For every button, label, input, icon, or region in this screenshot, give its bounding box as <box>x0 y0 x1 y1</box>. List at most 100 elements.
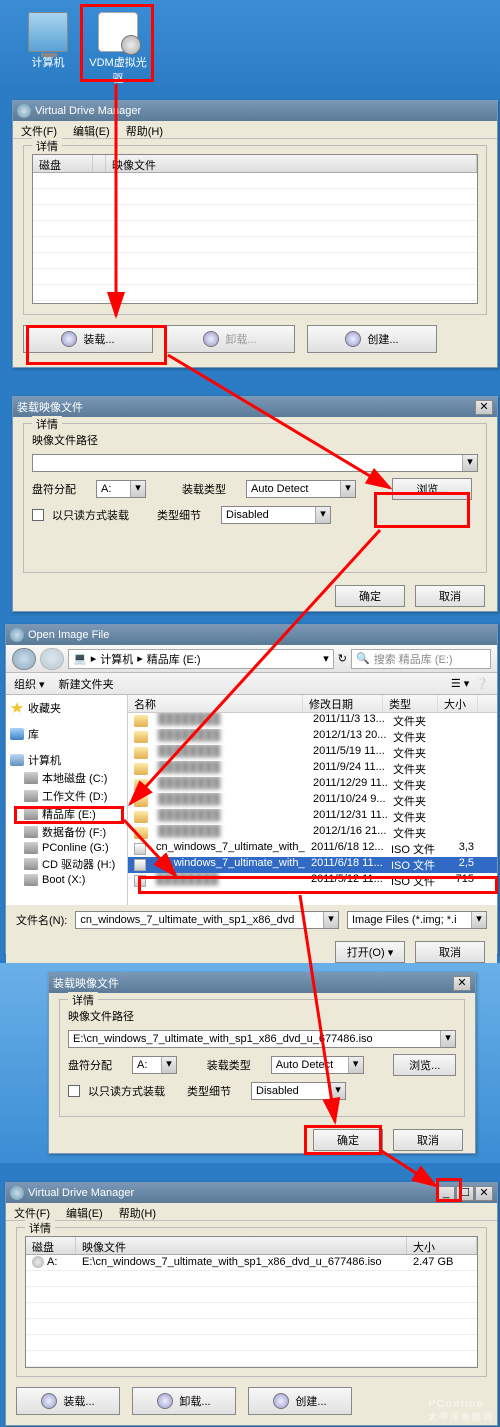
chevron-down-icon[interactable]: ▾ <box>340 481 355 497</box>
type-combo[interactable]: Auto Detect▾ <box>271 1056 364 1074</box>
list-item[interactable]: ████████2011/5/19 11...文件夹 <box>128 745 497 761</box>
drive-table[interactable]: 磁盘 映像文件 大小 A: E:\cn_windows_7_ultimate_w… <box>25 1236 478 1368</box>
col-disk[interactable]: 磁盘 <box>26 1237 76 1254</box>
path-input[interactable]: ▾ <box>32 454 478 472</box>
tree-libraries[interactable]: 库 <box>8 725 125 743</box>
readonly-checkbox[interactable] <box>68 1085 80 1097</box>
readonly-checkbox[interactable] <box>32 509 44 521</box>
vdm-desktop-icon[interactable]: VDM虚拟光驱 <box>88 12 148 86</box>
tree-drive-g[interactable]: PConline (G:) <box>8 841 125 855</box>
titlebar[interactable]: 装载映像文件 ✕ <box>49 973 475 993</box>
chevron-down-icon[interactable]: ▾ <box>161 1057 176 1073</box>
detail-combo[interactable]: Disabled▾ <box>251 1082 346 1100</box>
titlebar[interactable]: Open Image File <box>6 625 497 645</box>
create-button[interactable]: 创建... <box>307 325 437 353</box>
list-item[interactable]: ████████2011/12/31 11...文件夹 <box>128 809 497 825</box>
mount-button[interactable]: 装载... <box>23 325 153 353</box>
tree-drive-f[interactable]: 数据备份 (F:) <box>8 823 125 841</box>
col-disk[interactable]: 磁盘 <box>33 155 93 172</box>
forward-button[interactable] <box>40 648 64 670</box>
list-item[interactable]: cn_windows_7_ultimate_with_sp1_x...2011/… <box>128 841 497 857</box>
list-item[interactable]: ████████2011/10/24 9...文件夹 <box>128 793 497 809</box>
open-button[interactable]: 打开(O) ▾ <box>335 941 405 963</box>
tree-favorites[interactable]: 收藏夹 <box>8 699 125 717</box>
close-button[interactable]: ✕ <box>453 976 471 991</box>
menu-help[interactable]: 帮助(H) <box>111 1203 164 1220</box>
unmount-button[interactable]: 卸载... <box>132 1387 236 1415</box>
list-item[interactable]: ████████2011/9/24 11...文件夹 <box>128 761 497 777</box>
list-item[interactable]: ████████2011/12/29 11...文件夹 <box>128 777 497 793</box>
unmount-button[interactable]: 卸载... <box>165 325 295 353</box>
chevron-down-icon[interactable]: ▾ <box>323 912 338 928</box>
drive-combo[interactable]: A:▾ <box>96 480 146 498</box>
address-bar[interactable]: 💻 ▸ 计算机 ▸ 精品库 (E:) ▾ <box>68 649 334 669</box>
menu-help[interactable]: 帮助(H) <box>118 121 171 138</box>
newfolder-button[interactable]: 新建文件夹 <box>59 676 114 692</box>
chevron-down-icon[interactable]: ▾ <box>462 455 477 471</box>
detail-combo[interactable]: Disabled▾ <box>221 506 331 524</box>
help-icon[interactable]: ❔ <box>475 677 489 690</box>
minimize-button[interactable]: _ <box>437 1186 455 1201</box>
list-item[interactable]: ████████2012/1/13 20...文件夹 <box>128 729 497 745</box>
path-input[interactable]: E:\cn_windows_7_ultimate_with_sp1_x86_dv… <box>68 1030 456 1048</box>
tree-drive-x[interactable]: Boot (X:) <box>8 873 125 887</box>
chevron-down-icon[interactable]: ▾ <box>330 1083 345 1099</box>
menu-file[interactable]: 文件(F) <box>6 1203 58 1220</box>
back-button[interactable] <box>12 648 36 670</box>
col-name[interactable]: 名称 <box>128 695 303 712</box>
cancel-button[interactable]: 取消 <box>415 941 485 963</box>
mount-button[interactable]: 装载... <box>16 1387 120 1415</box>
chevron-down-icon[interactable]: ▾ <box>348 1057 363 1073</box>
tree-drive-d[interactable]: 工作文件 (D:) <box>8 787 125 805</box>
tree-drive-h[interactable]: CD 驱动器 (H:) <box>8 855 125 873</box>
col-date[interactable]: 修改日期 <box>303 695 383 712</box>
organize-button[interactable]: 组织 ▾ <box>14 676 45 692</box>
type-combo[interactable]: Auto Detect▾ <box>246 480 356 498</box>
list-item[interactable]: cn_windows_7_ultimate_with_sp1_x...2011/… <box>128 857 497 873</box>
col-size[interactable]: 大小 <box>407 1237 477 1254</box>
col-size[interactable]: 大小 <box>438 695 478 712</box>
cancel-button[interactable]: 取消 <box>415 585 485 607</box>
chevron-down-icon[interactable]: ▾ <box>440 1031 455 1047</box>
menu-file[interactable]: 文件(F) <box>13 121 65 138</box>
cancel-button[interactable]: 取消 <box>393 1129 463 1151</box>
search-input[interactable]: 🔍 搜索 精品库 (E:) <box>351 649 491 669</box>
drive-table[interactable]: 磁盘 映像文件 <box>32 154 478 304</box>
ok-button[interactable]: 确定 <box>335 585 405 607</box>
disc-icon <box>10 628 24 642</box>
chevron-down-icon[interactable]: ▾ <box>130 481 145 497</box>
create-button[interactable]: 创建... <box>248 1387 352 1415</box>
browse-button[interactable]: 浏览... <box>392 478 472 500</box>
file-list[interactable]: 名称 修改日期 类型 大小 ████████2011/11/3 13...文件夹… <box>128 695 497 905</box>
titlebar[interactable]: Virtual Drive Manager <box>13 101 497 121</box>
readonly-label: 以只读方式装载 <box>52 507 129 523</box>
tree-computer[interactable]: 计算机 <box>8 751 125 769</box>
chevron-down-icon[interactable]: ▾ <box>315 507 330 523</box>
col-image[interactable]: 映像文件 <box>106 155 477 172</box>
browse-button[interactable]: 浏览... <box>393 1054 456 1076</box>
col-type[interactable]: 类型 <box>383 695 438 712</box>
refresh-icon[interactable]: ↻ <box>338 652 347 665</box>
menu-edit[interactable]: 编辑(E) <box>65 121 118 138</box>
titlebar[interactable]: 装载映像文件 ✕ <box>13 397 497 417</box>
maximize-button[interactable]: ☐ <box>456 1186 474 1201</box>
list-item[interactable]: ████████2011/11/3 13...文件夹 <box>128 713 497 729</box>
table-row[interactable]: A: E:\cn_windows_7_ultimate_with_sp1_x86… <box>26 1255 477 1271</box>
drive-combo[interactable]: A:▾ <box>132 1056 177 1074</box>
menu-edit[interactable]: 编辑(E) <box>58 1203 111 1220</box>
close-button[interactable]: ✕ <box>475 1186 493 1201</box>
filter-combo[interactable]: Image Files (*.img; *.i▾ <box>347 911 487 929</box>
chevron-down-icon[interactable]: ▾ <box>471 912 486 928</box>
computer-desktop-icon[interactable]: 计算机 <box>18 12 78 70</box>
list-item[interactable]: ████████2012/1/16 21...文件夹 <box>128 825 497 841</box>
titlebar[interactable]: Virtual Drive Manager _ ☐ ✕ <box>6 1183 497 1203</box>
ok-button[interactable]: 确定 <box>313 1129 383 1151</box>
folder-tree[interactable]: 收藏夹 库 计算机 本地磁盘 (C:) 工作文件 (D:) 精品库 (E:) 数… <box>6 695 128 905</box>
col-image[interactable]: 映像文件 <box>76 1237 407 1254</box>
list-item[interactable]: ████████2011/5/12 11...ISO 文件715 <box>128 873 497 889</box>
tree-drive-e[interactable]: 精品库 (E:) <box>8 805 125 823</box>
close-button[interactable]: ✕ <box>475 400 493 415</box>
tree-drive-c[interactable]: 本地磁盘 (C:) <box>8 769 125 787</box>
filename-input[interactable]: cn_windows_7_ultimate_with_sp1_x86_dvd▾ <box>75 911 339 929</box>
view-button[interactable]: ☰ ▾ <box>451 677 469 690</box>
